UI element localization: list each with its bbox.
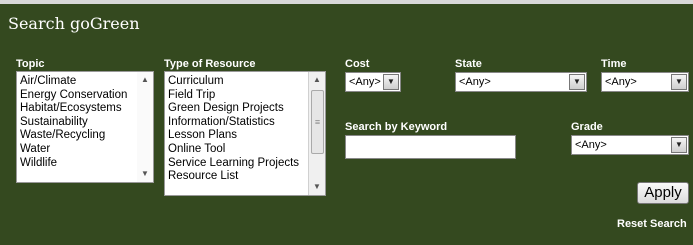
scroll-down-arrow-icon[interactable]: ▼	[137, 166, 153, 182]
state-select[interactable]: <Any> ▼	[455, 72, 587, 92]
apply-button[interactable]: Apply	[637, 182, 689, 204]
chevron-down-icon[interactable]: ▼	[569, 74, 585, 90]
resource-option[interactable]: Resource List	[168, 170, 325, 184]
scroll-up-arrow-icon[interactable]: ▲	[309, 72, 325, 88]
topic-option[interactable]: Wildlife	[20, 157, 153, 171]
topic-option[interactable]: Water	[20, 143, 153, 157]
scroll-down-arrow-icon[interactable]: ▼	[309, 179, 325, 195]
grade-select[interactable]: <Any> ▼	[571, 135, 689, 155]
grade-label: Grade	[571, 121, 603, 133]
state-value: <Any>	[459, 76, 491, 88]
chevron-down-icon[interactable]: ▼	[671, 74, 687, 90]
reset-search-link[interactable]: Reset Search	[617, 218, 687, 230]
chevron-down-icon[interactable]: ▼	[671, 137, 687, 153]
topic-option[interactable]: Waste/Recycling	[20, 129, 153, 143]
panel-title: Search goGreen	[8, 14, 140, 33]
search-panel: Search goGreen Topic Air/Climate Energy …	[0, 0, 693, 245]
resource-scrollbar[interactable]: ▲ ≡ ▼	[308, 72, 325, 195]
time-value: <Any>	[605, 76, 637, 88]
resource-option[interactable]: Lesson Plans	[168, 129, 325, 143]
keyword-search-input[interactable]	[345, 135, 516, 159]
topic-listbox[interactable]: Air/Climate Energy Conservation Habitat/…	[16, 71, 154, 183]
topic-scrollbar[interactable]: ▲ ▼	[137, 72, 153, 182]
keyword-label: Search by Keyword	[345, 121, 448, 133]
time-label: Time	[601, 58, 627, 70]
topic-label: Topic	[16, 58, 45, 70]
resource-listbox[interactable]: Curriculum Field Trip Green Design Proje…	[164, 71, 326, 196]
resource-label: Type of Resource	[164, 58, 256, 70]
resource-option[interactable]: Curriculum	[168, 75, 325, 89]
resource-option[interactable]: Online Tool	[168, 143, 325, 157]
cost-value: <Any>	[349, 76, 381, 88]
grade-value: <Any>	[575, 139, 607, 151]
topic-option[interactable]: Habitat/Ecosystems	[20, 102, 153, 116]
scroll-grip-icon[interactable]: ≡	[311, 90, 324, 154]
topic-option[interactable]: Energy Conservation	[20, 89, 153, 103]
state-label: State	[455, 58, 482, 70]
chevron-down-icon[interactable]: ▼	[383, 74, 399, 90]
topic-option[interactable]: Air/Climate	[20, 75, 153, 89]
cost-select[interactable]: <Any> ▼	[345, 72, 401, 92]
resource-option[interactable]: Information/Statistics	[168, 116, 325, 130]
cost-label: Cost	[345, 58, 370, 70]
resource-option[interactable]: Green Design Projects	[168, 102, 325, 116]
resource-option[interactable]: Field Trip	[168, 89, 325, 103]
scroll-up-arrow-icon[interactable]: ▲	[137, 72, 153, 88]
time-select[interactable]: <Any> ▼	[601, 72, 689, 92]
resource-option[interactable]: Service Learning Projects	[168, 157, 325, 171]
topic-option[interactable]: Sustainability	[20, 116, 153, 130]
